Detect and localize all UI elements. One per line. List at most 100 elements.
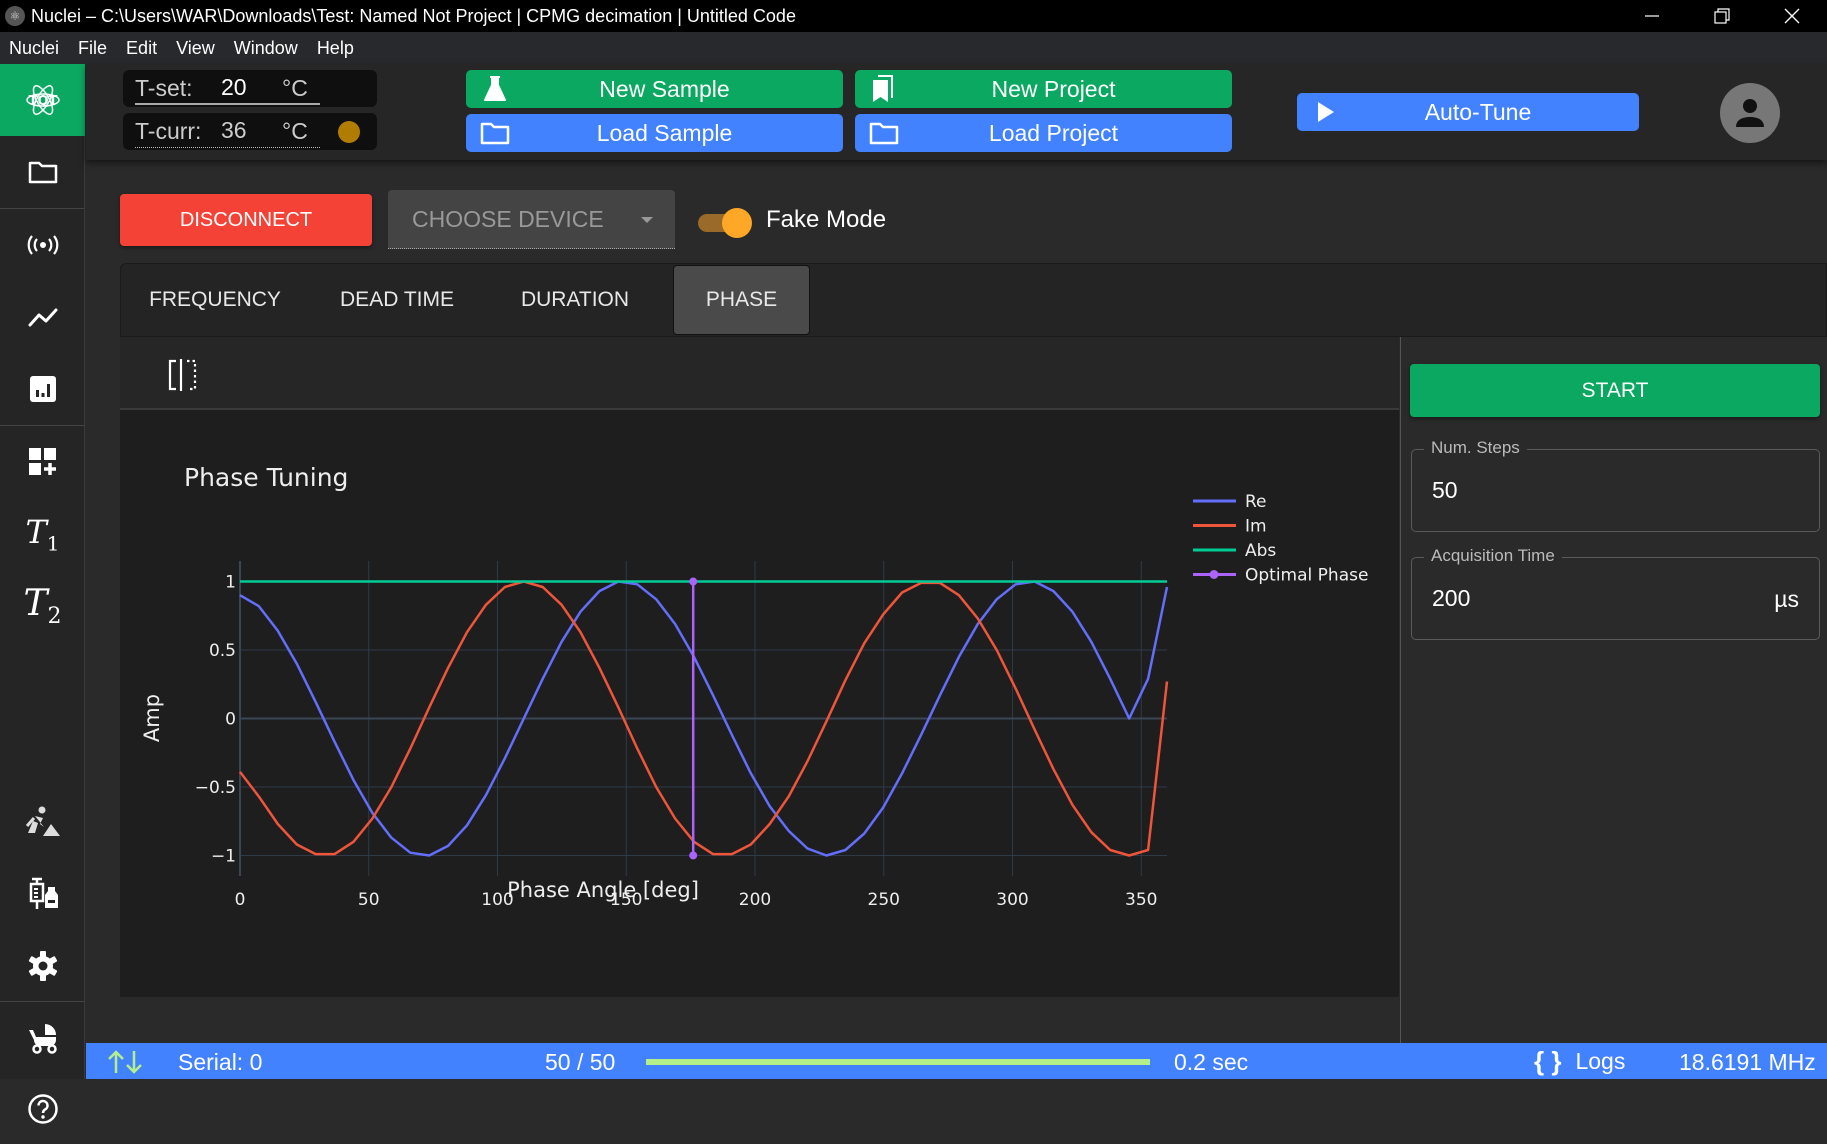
progress-fill [646,1059,1150,1065]
auto-tune-button[interactable]: Auto-Tune [1297,93,1639,131]
dashboard-add-icon [28,448,56,475]
menu-nuclei[interactable]: Nuclei [9,38,59,59]
load-project-button[interactable]: Load Project [855,114,1232,152]
elapsed-time: 0.2 sec [1174,1049,1249,1075]
restore-icon [1714,8,1730,24]
close-icon [1784,8,1800,24]
minimize-icon [1645,15,1659,17]
minimize-button[interactable] [1617,0,1687,32]
t-curr-underline [135,147,320,148]
stroller-icon [28,1024,57,1054]
fake-mode-toggle[interactable] [698,207,754,238]
sidebar-item-folder[interactable] [0,136,85,208]
x-tick-label: 0 [235,890,246,910]
split-view-icon[interactable] [168,359,198,391]
t-curr-box: T-curr: 36 °C [123,113,377,150]
folder-icon [480,122,510,145]
sidebar-item-t1[interactable]: T1 [0,498,85,570]
t-set-input[interactable]: 20 [221,74,247,101]
choose-device-select[interactable]: CHOOSE DEVICE [388,190,675,249]
chart-title: Phase Tuning [184,463,348,492]
legend-abs-label: Abs [1245,541,1276,561]
load-sample-button[interactable]: Load Sample [466,114,843,152]
toggle-thumb [722,208,752,238]
disconnect-button[interactable]: DISCONNECT [120,194,372,246]
progress-count: 50 / 50 [545,1049,616,1075]
user-avatar[interactable] [1720,83,1780,143]
flask-icon [484,76,506,101]
progress-bar [646,1059,1150,1065]
chevron-down-icon [641,217,653,223]
broadcast-icon [27,235,58,255]
load-project-label: Load Project [988,119,1119,146]
x-axis-label: Phase Angle [deg] [507,878,699,902]
tuning-tabs: FREQUENCY DEAD TIME DURATION PHASE [120,263,1827,337]
x-tick-label: 300 [996,890,1028,910]
y-tick-label: −0.5 [195,778,236,798]
acquisition-time-input[interactable] [1432,585,1732,612]
restore-button[interactable] [1687,0,1757,32]
phase-tuning-chart: Phase Tuning −1 −0.5 0 0.5 1 0 50 100 150 200 250… [120,410,1399,997]
braces-icon: { } [1534,1045,1562,1076]
sidebar-item-t2[interactable]: T2 [0,570,85,642]
new-sample-button[interactable]: New Sample [466,70,843,108]
sidebar-item-stroller[interactable] [0,1002,85,1074]
y-tick-label: 0.5 [209,641,236,661]
help-icon [27,1094,58,1124]
y-tick-label: −1 [211,846,236,866]
t-curr-unit: °C [282,118,308,144]
x-tick-label: 50 [358,890,380,910]
bar-chart-icon [29,376,56,402]
menu-window[interactable]: Window [234,38,298,59]
menu-view[interactable]: View [176,38,215,59]
t1-icon: T1 [25,512,60,556]
tab-frequency[interactable]: FREQUENCY [121,264,309,336]
sidebar-item-help[interactable] [0,1074,85,1144]
new-project-label: New Project [991,75,1116,102]
folder-icon [28,161,57,184]
x-tick-label: 200 [739,890,771,910]
bookmarks-icon [873,75,893,102]
menu-file[interactable]: File [78,38,107,59]
x-tick-label: 350 [1125,890,1157,910]
t-curr-label: T-curr: [135,118,202,144]
choose-device-label: CHOOSE DEVICE [412,205,604,232]
menu-help[interactable]: Help [317,38,354,59]
sidebar-item-signal[interactable] [0,209,85,281]
series-optimal-phase-marker [689,577,698,586]
acquisition-time-label: Acquisition Time [1424,546,1562,566]
play-icon [1318,102,1334,122]
legend-optimal-phase-label: Optimal Phase [1245,566,1368,586]
title-bar: ⚛ Nuclei – C:\Users\WAR\Downloads\Test: … [0,0,1827,32]
sidebar-item-vaccines[interactable] [0,858,85,930]
sidebar-item-timeline[interactable] [0,281,85,353]
start-button[interactable]: START [1410,364,1820,417]
sidebar-item-dashboard-add[interactable] [0,426,85,498]
y-tick-label: 1 [225,573,236,593]
sidebar-item-construction[interactable] [0,786,85,858]
chart-grid [239,561,1167,876]
sidebar-item-analytics[interactable] [0,353,85,425]
tab-dead-time[interactable]: DEAD TIME [309,264,485,336]
chart-legend: Re Im Abs Optimal Phase [1193,492,1368,586]
sidebar-item-home[interactable]: TQT [0,64,85,136]
sidebar-item-settings[interactable] [0,930,85,1002]
num-steps-input[interactable] [1432,477,1732,504]
close-button[interactable] [1757,0,1827,32]
construction-icon [25,806,60,836]
gear-icon [28,951,57,981]
new-project-button[interactable]: New Project [855,70,1232,108]
t2-icon: T2 [23,582,62,630]
tqt-logo-icon: TQT [25,85,60,115]
person-icon [1736,99,1764,127]
sidebar: TQT T1 T2 [0,64,85,1124]
logs-button[interactable]: { } Logs [1534,1046,1625,1076]
serial-status: Serial: 0 [178,1049,263,1075]
t-set-unit: °C [282,75,308,101]
tab-phase[interactable]: PHASE [673,265,810,335]
auto-tune-label: Auto-Tune [1424,98,1532,125]
tab-duration[interactable]: DURATION [485,264,665,336]
menu-edit[interactable]: Edit [126,38,157,59]
num-steps-field: Num. Steps [1411,438,1820,532]
logs-label: Logs [1575,1047,1626,1074]
